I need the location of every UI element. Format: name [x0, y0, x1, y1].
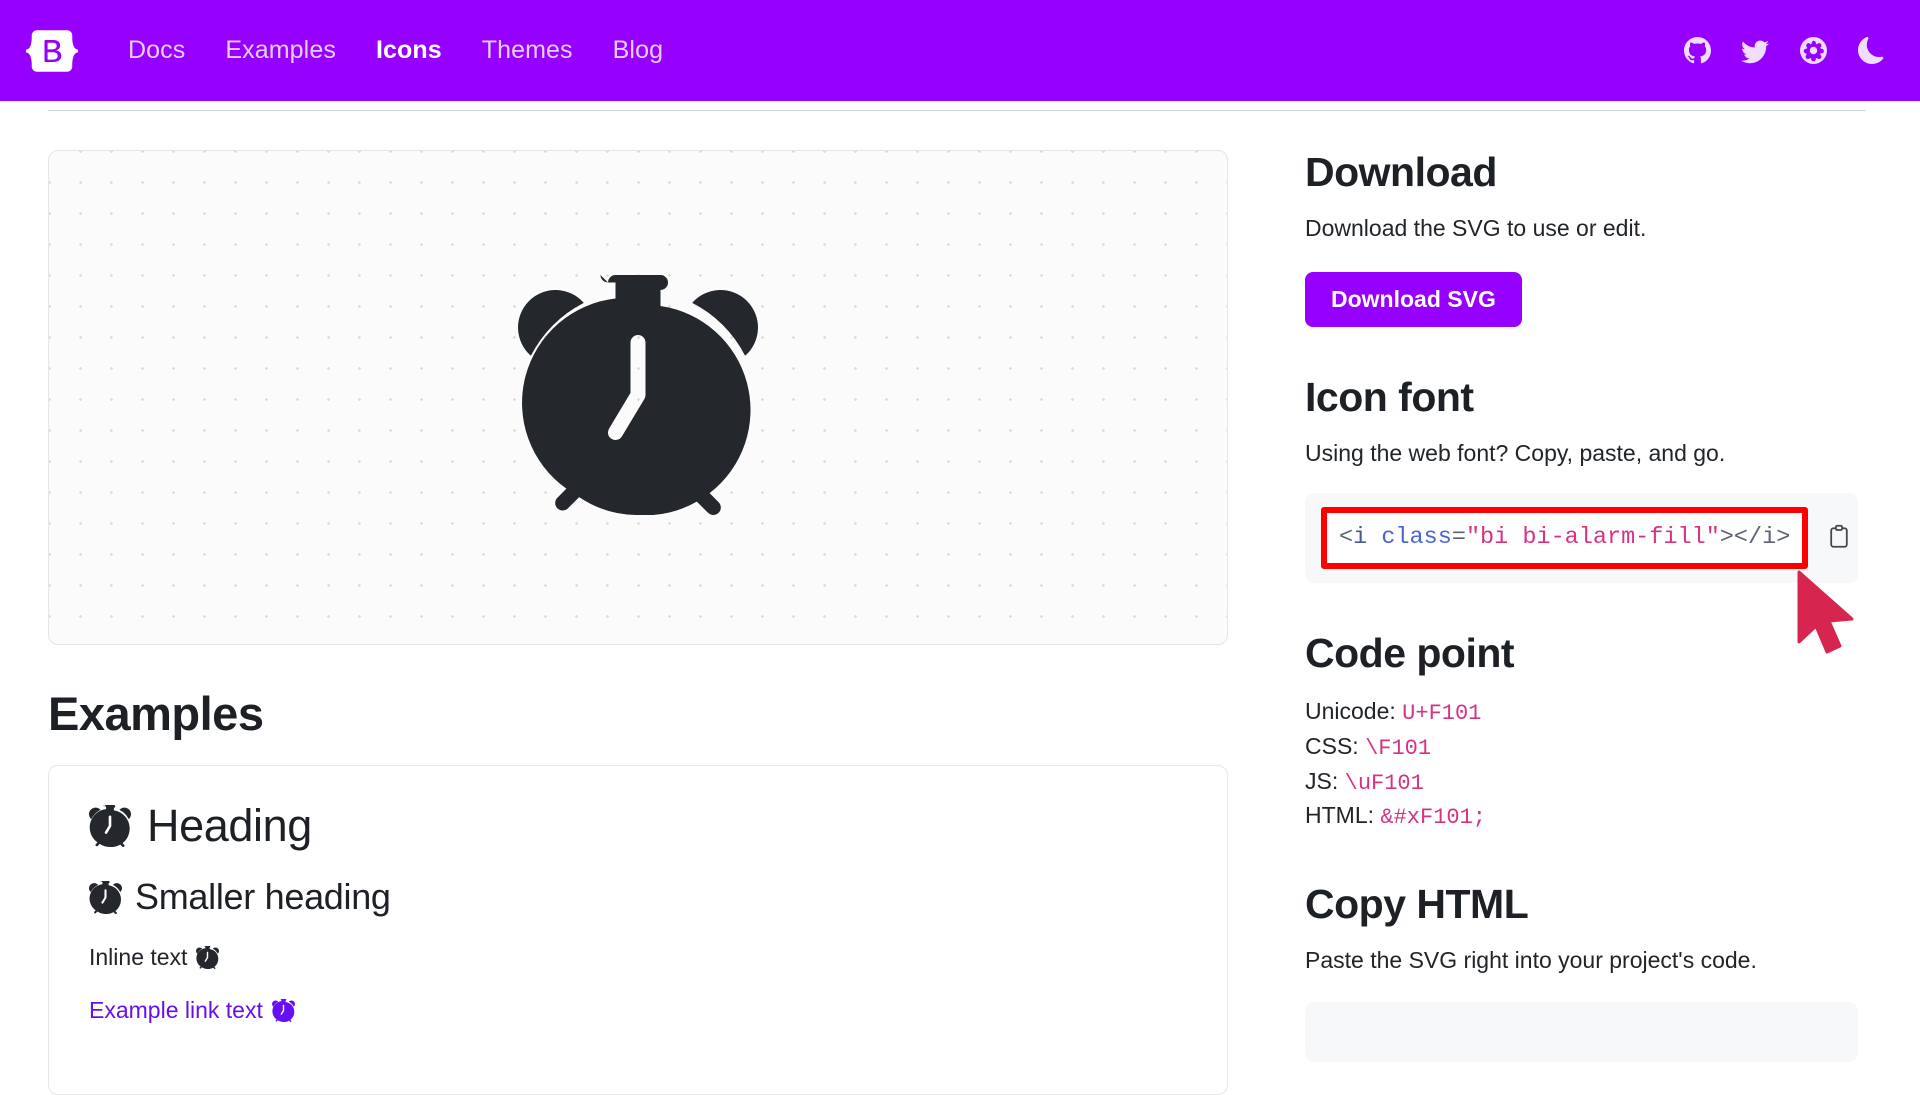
code-point-row-unicode: Unicode: U+F101 — [1305, 695, 1865, 730]
icon-font-snippet-container: <i class="bi bi-alarm-fill"></i> — [1305, 493, 1858, 583]
nav-item-examples[interactable]: Examples — [205, 38, 356, 63]
example-inline-text: Inline text — [89, 944, 1187, 971]
theme-toggle-icon[interactable] — [1856, 36, 1886, 66]
bootstrap-logo-icon — [26, 25, 78, 77]
bootstrap-logo-link[interactable] — [26, 25, 78, 77]
alarm-fill-icon — [518, 275, 758, 520]
code-point-list: Unicode: U+F101 CSS: \F101 JS: \uF101 HT… — [1305, 695, 1865, 835]
nav-item-icons[interactable]: Icons — [356, 38, 462, 63]
icon-preview-box — [48, 150, 1228, 645]
copy-html-code-block[interactable] — [1305, 1002, 1858, 1063]
example-link[interactable]: Example link text — [89, 997, 1187, 1024]
copy-to-clipboard-button[interactable] — [1822, 521, 1856, 555]
download-description: Download the SVG to use or edit. — [1305, 214, 1647, 241]
alarm-fill-icon — [271, 998, 295, 1022]
example-inline-text-label: Inline text — [89, 943, 188, 970]
snippet-highlight-box: <i class="bi bi-alarm-fill"></i> — [1321, 507, 1809, 569]
header-divider — [48, 110, 1866, 111]
code-point-row-js: JS: \uF101 — [1305, 765, 1865, 800]
code-point-label-html: HTML: — [1305, 802, 1374, 829]
github-icon[interactable] — [1682, 36, 1712, 66]
icon-font-heading: Icon font — [1305, 374, 1474, 421]
icon-font-description: Using the web font? Copy, paste, and go. — [1305, 440, 1726, 467]
code-point-value-css: \F101 — [1365, 735, 1432, 761]
top-navbar: Docs Examples Icons Themes Blog — [0, 0, 1920, 101]
nav-item-themes[interactable]: Themes — [462, 38, 593, 63]
example-link-label: Example link text — [89, 996, 263, 1023]
example-heading-h1: Heading — [89, 800, 1187, 852]
icon-font-code-snippet[interactable]: <i class="bi bi-alarm-fill"></i> — [1327, 513, 1803, 563]
code-token-attr: class — [1381, 524, 1452, 552]
example-heading-h2-label: Smaller heading — [135, 876, 391, 918]
primary-nav: Docs Examples Icons Themes Blog — [108, 38, 683, 63]
nav-item-docs[interactable]: Docs — [108, 38, 205, 63]
code-token-closing-tag: </i> — [1733, 524, 1791, 552]
twitter-icon[interactable] — [1740, 36, 1770, 66]
alarm-fill-icon — [89, 804, 131, 847]
code-point-value-js: \uF101 — [1344, 770, 1424, 796]
nav-social-links — [1682, 36, 1892, 66]
left-content-column: Examples Heading Smaller heading Inline … — [48, 150, 1228, 1095]
code-point-value-html: &#xF101; — [1380, 805, 1487, 831]
alarm-fill-icon — [89, 880, 122, 914]
examples-card: Heading Smaller heading Inline text Exam… — [48, 764, 1228, 1095]
clipboard-icon — [1826, 524, 1852, 553]
example-heading-h2: Smaller heading — [89, 876, 1187, 917]
download-heading: Download — [1305, 149, 1497, 195]
code-token-value: "bi bi-alarm-fill" — [1465, 524, 1720, 552]
example-heading-h1-label: Heading — [147, 799, 312, 851]
nav-item-blog[interactable]: Blog — [593, 38, 683, 63]
code-point-value-unicode: U+F101 — [1402, 700, 1482, 726]
code-token-lt: < — [1339, 524, 1354, 552]
code-token-equals: = — [1451, 524, 1466, 552]
alarm-fill-icon — [196, 945, 220, 969]
copy-html-heading: Copy HTML — [1305, 881, 1529, 928]
copy-html-description: Paste the SVG right into your project's … — [1305, 947, 1757, 974]
code-token-gt: > — [1719, 524, 1734, 552]
code-point-label-unicode: Unicode: — [1305, 697, 1396, 724]
code-point-label-css: CSS: — [1305, 732, 1359, 759]
opencollective-icon[interactable] — [1798, 36, 1828, 66]
code-point-heading: Code point — [1305, 629, 1515, 676]
examples-heading: Examples — [48, 687, 264, 740]
code-point-label-js: JS: — [1305, 767, 1339, 794]
code-token-tag: i — [1353, 524, 1368, 552]
code-point-row-html: HTML: &#xF101; — [1305, 799, 1865, 834]
code-point-row-css: CSS: \F101 — [1305, 730, 1865, 765]
right-sidebar-column: Download Download the SVG to use or edit… — [1305, 149, 1865, 1063]
download-svg-button[interactable]: Download SVG — [1305, 272, 1522, 328]
